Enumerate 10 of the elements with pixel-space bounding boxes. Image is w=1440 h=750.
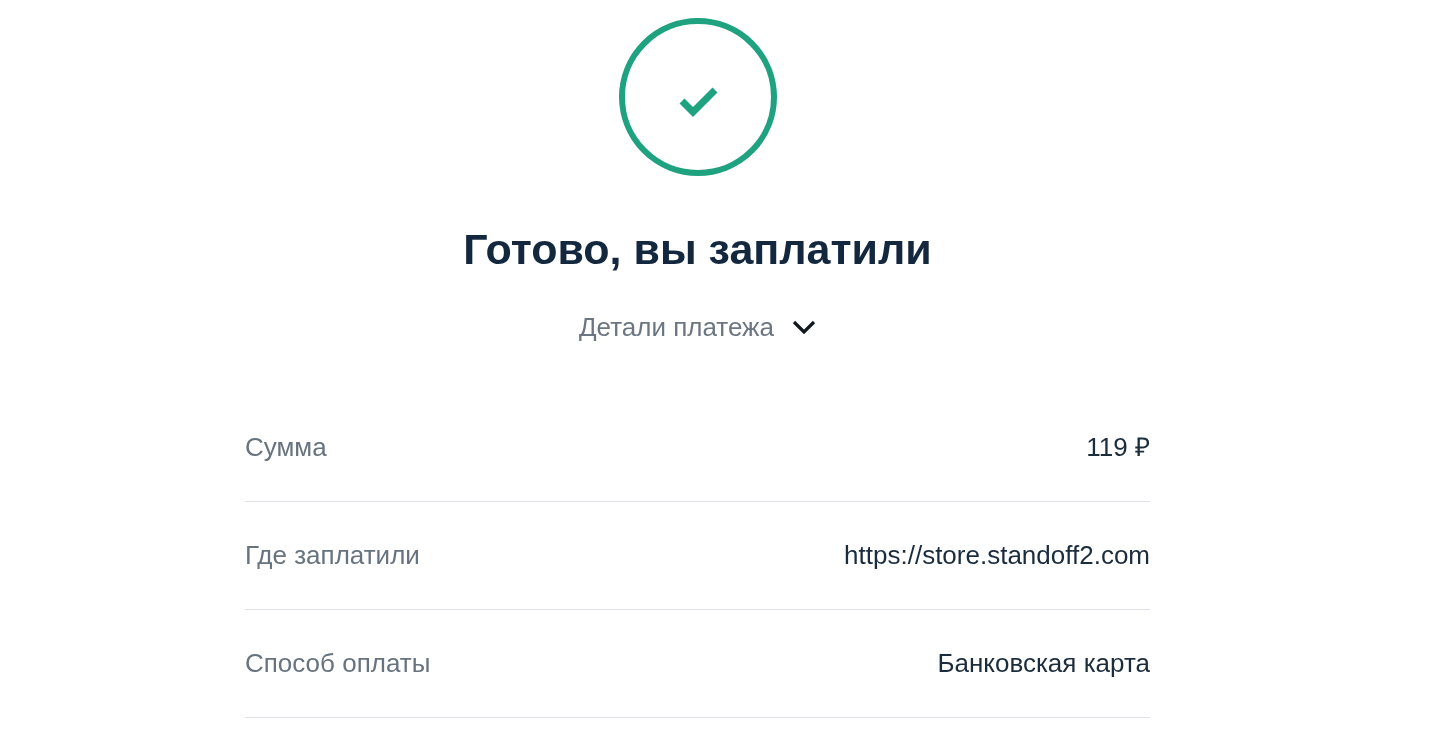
detail-value: Банковская карта <box>937 647 1150 679</box>
detail-label: Сумма <box>245 431 327 463</box>
detail-label: Способ оплаты <box>245 647 431 679</box>
detail-value: 119 ₽ <box>1086 431 1150 463</box>
success-check-icon <box>618 18 777 176</box>
payment-title: Готово, вы заплатили <box>463 224 932 275</box>
payment-details-toggle[interactable]: Детали платежа <box>579 310 816 344</box>
detail-value: https://store.standoff2.com <box>844 539 1150 571</box>
chevron-down-icon <box>792 320 816 334</box>
detail-label: Где заплатили <box>245 539 420 571</box>
